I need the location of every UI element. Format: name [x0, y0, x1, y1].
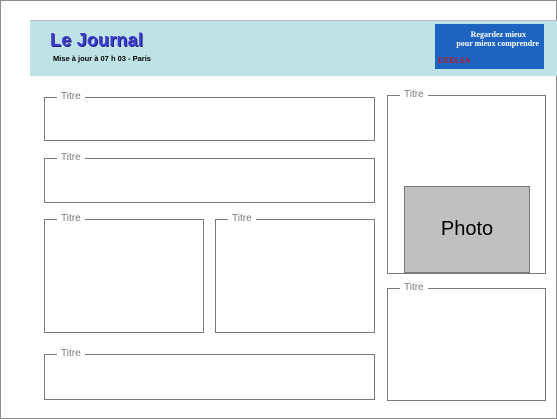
article-panel-side[interactable]: Titre — [387, 282, 546, 401]
panel-title: Titre — [228, 213, 256, 225]
panel-title: Titre — [57, 152, 85, 164]
article-panel-5[interactable]: Titre — [44, 348, 375, 400]
article-panel-1[interactable]: Titre — [44, 91, 375, 141]
article-panel-2[interactable]: Titre — [44, 152, 375, 203]
panel-title: Titre — [57, 91, 85, 103]
panel-title: Titre — [57, 213, 85, 225]
update-timestamp: Mise à jour à 07 h 03 - Paris — [53, 54, 151, 63]
ad-brand: EYELSA — [438, 56, 471, 65]
ad-banner[interactable]: Regardez mieux pour mieux comprendre EYE… — [435, 24, 544, 69]
ad-text-line1: Regardez mieux — [470, 30, 526, 39]
ad-text-line2: pour mieux comprendre — [456, 39, 539, 48]
article-panel-3[interactable]: Titre — [44, 213, 204, 333]
site-logo[interactable]: Le Journal — [50, 30, 143, 50]
article-panel-4[interactable]: Titre — [215, 213, 375, 333]
panel-title: Titre — [400, 282, 428, 294]
photo-placeholder[interactable]: Photo — [404, 186, 530, 273]
panel-title: Titre — [57, 348, 85, 360]
panel-title: Titre — [400, 89, 428, 101]
page-frame: Le Journal Mise à jour à 07 h 03 - Paris… — [0, 0, 557, 419]
